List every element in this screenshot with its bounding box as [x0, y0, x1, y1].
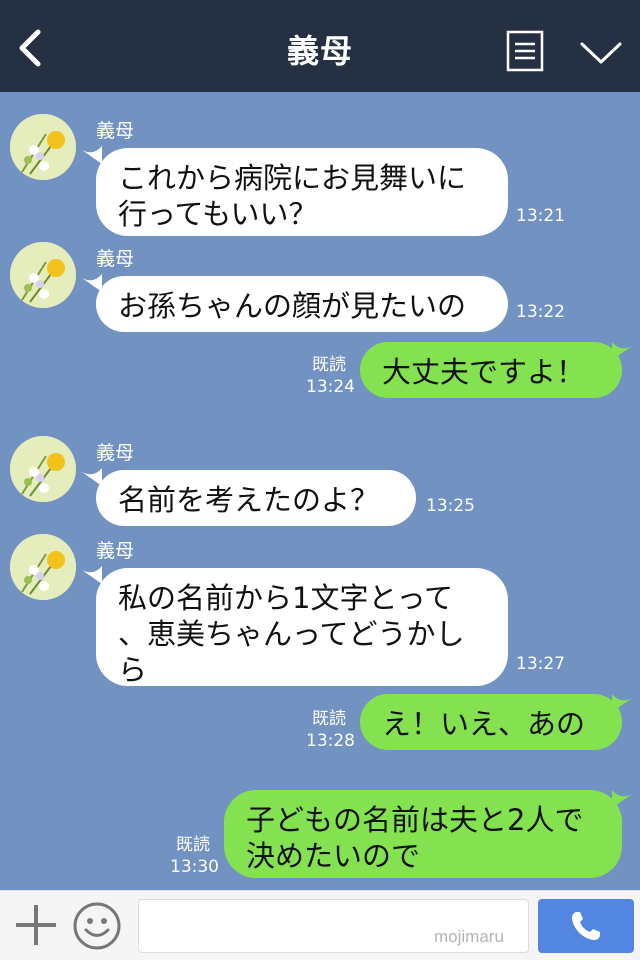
watermark: mojimaru [434, 927, 504, 946]
chat-title: 義母 [286, 32, 353, 70]
message-time: 13:27 [516, 654, 565, 674]
bubble-tail [612, 694, 632, 712]
list-icon[interactable] [506, 30, 544, 72]
bubble-tail [612, 790, 632, 808]
input-bar: mojimaru [0, 890, 640, 960]
message-bubble-incoming[interactable]: これから病院にお見舞いに 行ってもいい？ [96, 148, 508, 236]
message-bubble-incoming[interactable]: お孫ちゃんの顔が見たいの [96, 276, 508, 332]
flower-icon [10, 436, 76, 502]
message-time: 13:22 [516, 302, 565, 322]
message-bubble-incoming[interactable]: 私の名前から1文字とって 、恵美ちゃんってどうかし ら [96, 568, 508, 687]
message-time: 13:25 [426, 496, 475, 516]
read-receipt: 既読 13:24 [306, 354, 355, 398]
flower-icon [10, 242, 76, 308]
sender-name: 義母 [96, 248, 135, 270]
avatar[interactable] [10, 436, 76, 502]
message-time: 13:30 [170, 857, 219, 877]
plus-icon[interactable] [14, 903, 58, 947]
message-time: 13:28 [306, 731, 355, 751]
bubble-tail [82, 566, 102, 584]
message-line: 子どもの名前は夫と2人で [246, 803, 584, 837]
call-button[interactable] [538, 899, 634, 953]
message-line: 私の名前から1文字とって [118, 581, 454, 615]
chat-header: 義母 [0, 0, 640, 92]
message-line: 、恵美ちゃんってどうかし [118, 617, 465, 651]
message-line: 名前を考えたのよ？ [118, 483, 380, 517]
avatar[interactable] [10, 242, 76, 308]
read-label: 既読 [176, 835, 210, 855]
flower-icon [10, 114, 76, 180]
message-bubble-outgoing[interactable]: 子どもの名前は夫と2人で 決めたいので [224, 790, 622, 878]
message-bubble-outgoing[interactable]: え！いえ、あの [360, 694, 622, 750]
message-line: これから病院にお見舞いに [118, 161, 467, 195]
sender-name: 義母 [96, 442, 135, 464]
avatar[interactable] [10, 534, 76, 600]
message-line: お孫ちゃんの顔が見たいの [118, 289, 467, 323]
chevron-down-icon[interactable] [578, 38, 624, 68]
message-time: 13:21 [516, 206, 565, 226]
sender-name: 義母 [96, 540, 135, 562]
sender-name: 義母 [96, 120, 135, 142]
message-bubble-incoming[interactable]: 名前を考えたのよ？ [96, 470, 416, 526]
message-line: え！いえ、あの [382, 707, 586, 741]
message-line: 行ってもいい？ [118, 197, 318, 231]
bubble-tail [612, 342, 632, 360]
read-label: 既読 [312, 355, 346, 375]
read-label: 既読 [312, 709, 346, 729]
bubble-tail [82, 146, 102, 164]
read-receipt: 既読 13:30 [170, 834, 219, 878]
message-list[interactable]: 義母 これから病院にお見舞いに 行ってもいい？ 13:21 義母 お孫ちゃんの顔… [0, 92, 640, 890]
message-line: 大丈夫ですよ！ [382, 355, 586, 389]
smiley-icon[interactable] [72, 901, 122, 951]
message-bubble-outgoing[interactable]: 大丈夫ですよ！ [360, 342, 622, 398]
message-time: 13:24 [306, 377, 355, 397]
flower-icon [10, 534, 76, 600]
read-receipt: 既読 13:28 [306, 708, 355, 752]
phone-icon [572, 912, 600, 940]
avatar[interactable] [10, 114, 76, 180]
message-line: ら [118, 653, 148, 687]
message-line: 決めたいので [246, 839, 421, 873]
